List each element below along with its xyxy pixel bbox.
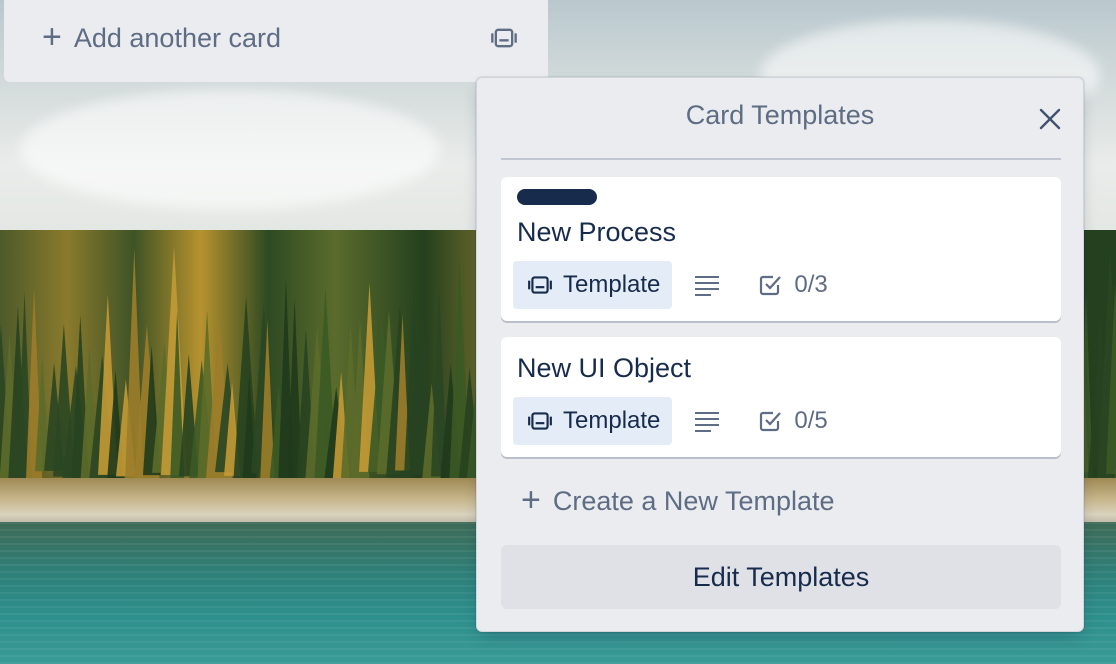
card-template-icon (491, 28, 517, 48)
template-card-new-ui-object[interactable]: New UI Object Template 0/5 (501, 337, 1061, 457)
divider (501, 158, 1061, 160)
add-card-button[interactable]: + Add another card (42, 18, 281, 58)
card-template-button[interactable] (488, 22, 520, 54)
card-badges: Template 0/3 (513, 261, 828, 309)
checklist-count: 0/5 (794, 407, 828, 434)
add-card-label: Add another card (73, 22, 281, 53)
checklist-badge: 0/5 (758, 407, 828, 435)
card-label (517, 189, 597, 205)
template-badge-label: Template (563, 271, 661, 298)
card-title: New Process (517, 217, 677, 247)
description-icon (694, 274, 720, 296)
card-template-icon (528, 276, 552, 294)
plus-icon: + (521, 480, 541, 519)
card-badges: Template 0/5 (513, 397, 828, 445)
create-template-button[interactable]: + Create a New Template (521, 481, 835, 521)
checkbox-icon (760, 275, 782, 296)
close-button[interactable] (1035, 104, 1065, 134)
checkbox-icon (760, 411, 782, 432)
template-badge: Template (513, 397, 673, 445)
checklist-badge: 0/3 (758, 271, 828, 299)
popover-title: Card Templates (685, 100, 875, 130)
card-title: New UI Object (517, 353, 692, 383)
edit-templates-button[interactable]: Edit Templates (501, 545, 1061, 609)
description-icon (694, 410, 720, 432)
close-icon (1039, 108, 1061, 130)
card-template-icon (528, 412, 552, 430)
cloud (20, 90, 440, 210)
card-templates-popover: Card Templates New Process Template 0/3 … (476, 77, 1084, 632)
template-badge-label: Template (563, 407, 661, 434)
create-template-label: Create a New Template (552, 485, 835, 516)
list-footer: + Add another card (4, 0, 548, 82)
plus-icon: + (42, 17, 62, 56)
template-badge: Template (513, 261, 673, 309)
template-card-new-process[interactable]: New Process Template 0/3 (501, 177, 1061, 321)
checklist-count: 0/3 (794, 271, 828, 298)
